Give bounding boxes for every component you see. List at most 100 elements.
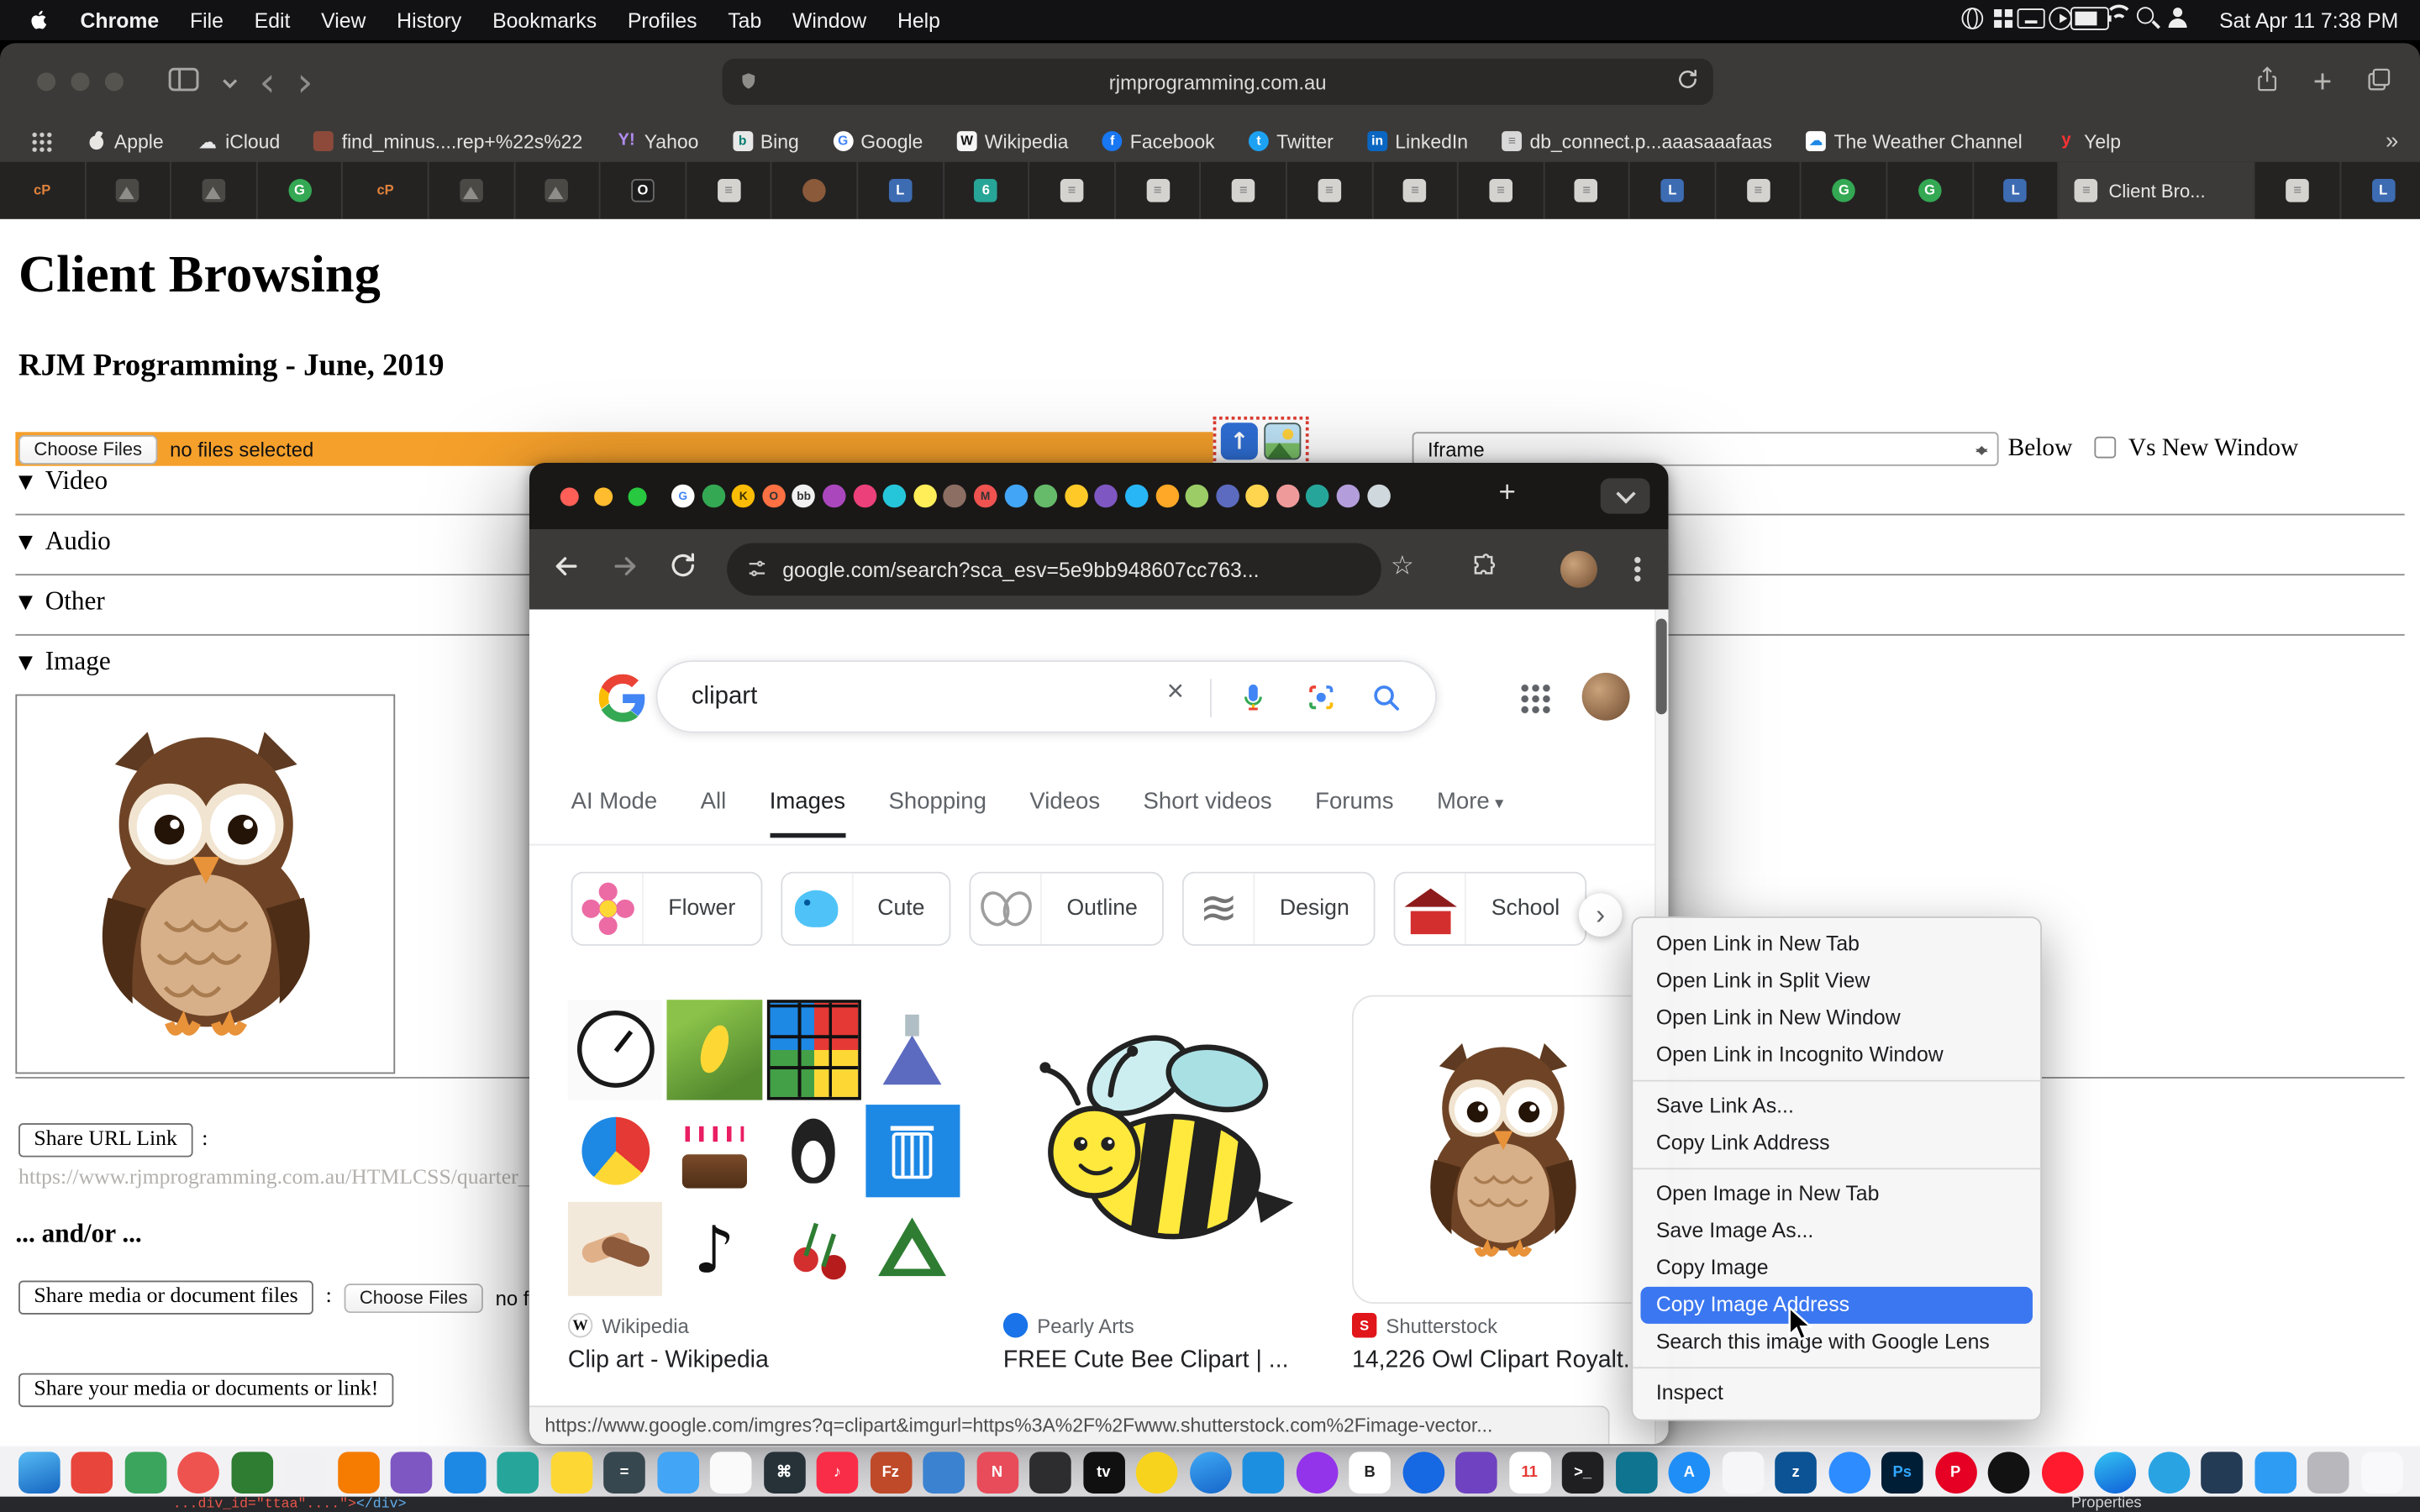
search-category-tab[interactable]: Videos: [1029, 789, 1100, 838]
menu-item[interactable]: Help: [882, 8, 956, 32]
dock-icon[interactable]: [1189, 1451, 1231, 1493]
popup-tab-favicon[interactable]: [1276, 485, 1300, 508]
dock-icon[interactable]: [497, 1451, 539, 1493]
bookmark-item[interactable]: G Google: [833, 130, 923, 152]
status-icon[interactable]: [1988, 6, 2018, 29]
context-menu-item[interactable]: Copy Image: [1633, 1250, 2040, 1287]
dock-icon[interactable]: [2094, 1451, 2136, 1493]
address-bar[interactable]: google.com/search?sca_esv=5e9bb948607cc7…: [727, 543, 1381, 596]
chevron-down-icon[interactable]: [222, 70, 237, 97]
browser-tab[interactable]: cP: [0, 162, 86, 219]
clear-search-icon[interactable]: ×: [1167, 675, 1184, 709]
browser-tab[interactable]: ≡: [1716, 162, 1802, 219]
minimize-window-button[interactable]: [71, 72, 89, 91]
dock-icon[interactable]: [2254, 1451, 2296, 1493]
dock-icon[interactable]: [2201, 1451, 2243, 1493]
upload-emoji-group[interactable]: ↑: [1213, 417, 1309, 466]
popup-tab-favicon[interactable]: [1307, 485, 1330, 508]
dock-icon[interactable]: N: [976, 1451, 1018, 1493]
profile-avatar[interactable]: [1560, 551, 1597, 588]
popup-tab-favicon[interactable]: G: [671, 485, 695, 508]
owl-clipart-image[interactable]: [62, 721, 348, 1047]
search-category-tab[interactable]: Forums: [1315, 789, 1393, 838]
context-menu-item[interactable]: Copy Link Address: [1633, 1125, 2040, 1162]
popup-tab-favicon[interactable]: [883, 485, 907, 508]
browser-tab[interactable]: ≡: [1287, 162, 1373, 219]
dock-icon[interactable]: [337, 1451, 379, 1493]
dock-icon[interactable]: [657, 1451, 699, 1493]
status-icon[interactable]: [2017, 6, 2046, 29]
popup-tab-favicon[interactable]: [1125, 485, 1149, 508]
bookmarks-grid-icon[interactable]: [31, 130, 53, 152]
search-result-image-bee[interactable]: [1003, 1000, 1315, 1296]
dock-icon[interactable]: [1029, 1451, 1071, 1493]
zoom-window-button[interactable]: [105, 72, 124, 91]
collapsible-section-header[interactable]: ▼ Audio: [18, 526, 111, 557]
popup-tab-favicon[interactable]: K: [732, 485, 755, 508]
devtools-properties-label[interactable]: Properties: [2071, 1497, 2142, 1512]
dock-icon[interactable]: [231, 1451, 273, 1493]
menu-item[interactable]: Bookmarks: [477, 8, 613, 32]
share-url-input[interactable]: https://www.rjmprogramming.com.au/HTMLCS…: [18, 1167, 529, 1191]
search-category-tab[interactable]: Short videos: [1144, 789, 1272, 838]
sidebar-toggle-icon[interactable]: [166, 66, 200, 100]
dock-icon[interactable]: B: [1349, 1451, 1391, 1493]
browser-tab[interactable]: [772, 162, 858, 219]
search-result[interactable]: Wikipedia Clip art - Wikipedia: [568, 1313, 960, 1374]
dock-icon[interactable]: [1455, 1451, 1497, 1493]
popup-tab-favicon[interactable]: [1186, 485, 1209, 508]
chips-next-arrow[interactable]: ›: [1579, 893, 1622, 936]
kebab-menu-icon[interactable]: [1634, 566, 1640, 572]
tab-overview-icon[interactable]: [2366, 66, 2392, 99]
context-menu-item[interactable]: Save Image As...: [1633, 1213, 2040, 1250]
close-window-button[interactable]: [560, 487, 579, 506]
search-category-tab[interactable]: All: [701, 789, 727, 838]
search-category-tab[interactable]: AI Mode: [571, 789, 658, 838]
bookmark-item[interactable]: W Wikipedia: [957, 130, 1069, 152]
bookmark-item[interactable]: ≡ db_connect.p...aaasaaafaas: [1502, 130, 1772, 152]
popup-tab-favicon[interactable]: [1095, 485, 1118, 508]
popup-tab-favicon[interactable]: [853, 485, 876, 508]
menu-item[interactable]: History: [381, 8, 477, 32]
dock-icon[interactable]: [923, 1451, 965, 1493]
browser-tab[interactable]: L: [2341, 162, 2420, 219]
result-title[interactable]: FREE Cute Bee Clipart | ...: [1003, 1347, 1315, 1374]
dock-icon[interactable]: [391, 1451, 433, 1493]
dock-icon[interactable]: A: [1669, 1451, 1711, 1493]
popup-tab-favicon[interactable]: [823, 485, 846, 508]
bookmark-item[interactable]: b Bing: [733, 130, 799, 152]
browser-tab[interactable]: [171, 162, 257, 219]
search-result[interactable]: Shutterstock 14,226 Owl Clipart Royalt..…: [1352, 1313, 1660, 1374]
filter-chip[interactable]: Cute: [780, 872, 950, 946]
dock-icon[interactable]: [1243, 1451, 1285, 1493]
dock-icon[interactable]: [71, 1451, 113, 1493]
menu-item[interactable]: Profiles: [612, 8, 712, 32]
status-icon[interactable]: [2164, 6, 2193, 29]
bookmark-item[interactable]: t Twitter: [1249, 130, 1334, 152]
address-bar[interactable]: rjmprogramming.com.au: [723, 59, 1713, 105]
dock-icon[interactable]: Ps: [1881, 1451, 1923, 1493]
status-icon[interactable]: [2105, 6, 2134, 29]
popup-tab-favicon[interactable]: [1246, 485, 1270, 508]
status-icon[interactable]: [2075, 6, 2105, 29]
browser-tab[interactable]: [429, 162, 515, 219]
browser-tab[interactable]: ≡: [1029, 162, 1115, 219]
share-media-files-button[interactable]: Share media or document files: [18, 1280, 313, 1314]
popup-tab-favicon[interactable]: [1337, 485, 1360, 508]
google-apps-icon[interactable]: [1520, 684, 1551, 715]
menu-bar-clock[interactable]: Sat Apr 11 7:38 PM: [2219, 8, 2398, 32]
collapsible-section-header[interactable]: ▼ Video: [18, 466, 108, 497]
popup-tab-favicon[interactable]: [1065, 485, 1088, 508]
browser-tab[interactable]: ≡: [2255, 162, 2341, 219]
browser-tab[interactable]: ≡: [1373, 162, 1459, 219]
popup-tab-favicon[interactable]: [1155, 485, 1179, 508]
browser-tab[interactable]: O: [601, 162, 687, 219]
zoom-window-button[interactable]: [629, 487, 647, 506]
google-lens-icon[interactable]: [1306, 682, 1337, 721]
search-result[interactable]: Pearly Arts FREE Cute Bee Clipart | ...: [1003, 1313, 1315, 1374]
filter-chip[interactable]: School: [1394, 872, 1586, 946]
dock-icon[interactable]: Fz: [870, 1451, 912, 1493]
bookmarks-overflow-icon[interactable]: »: [2386, 128, 2398, 154]
new-tab-button[interactable]: +: [2313, 69, 2333, 97]
apple-menu-icon[interactable]: [28, 8, 50, 32]
